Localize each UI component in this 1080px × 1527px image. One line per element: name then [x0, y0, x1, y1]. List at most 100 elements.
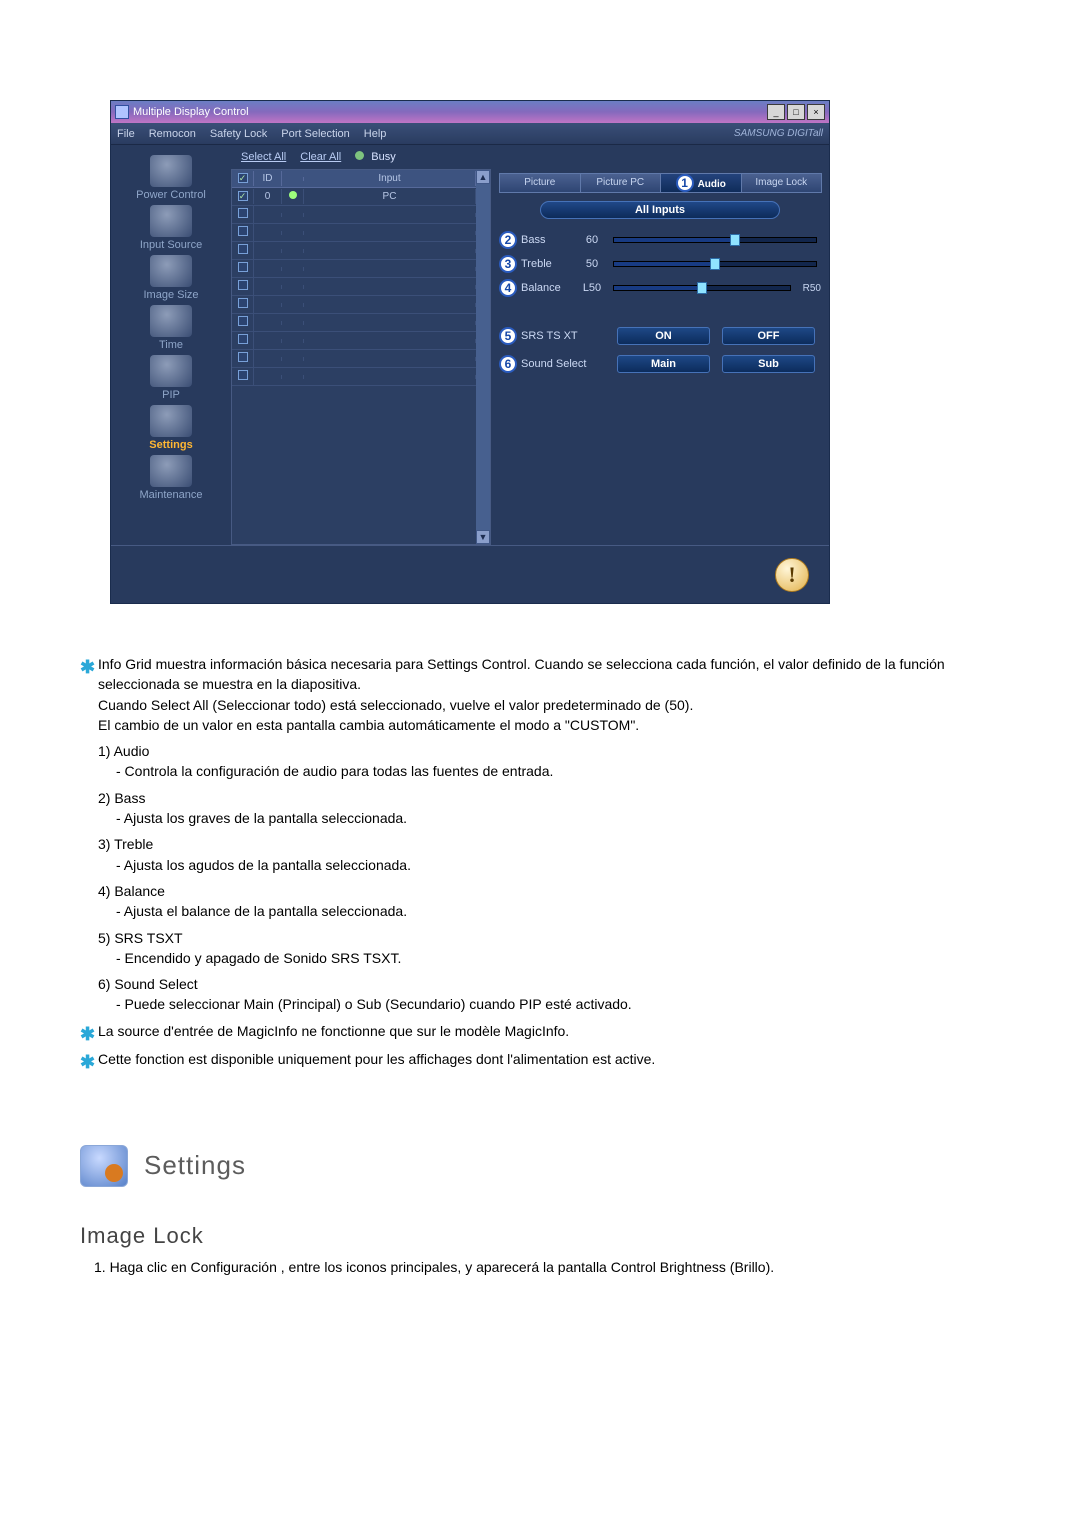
settings-panel: Picture Picture PC 1Audio Image Lock All… — [491, 169, 829, 545]
select-all-button[interactable]: Select All — [241, 151, 286, 163]
treble-slider-thumb[interactable] — [710, 258, 720, 270]
window-minimize-button[interactable]: _ — [767, 104, 785, 120]
balance-slider[interactable] — [613, 285, 791, 291]
all-inputs-button[interactable]: All Inputs — [540, 201, 780, 219]
row-input — [304, 213, 476, 217]
row-id — [254, 375, 282, 379]
sound-select-label: Sound Select — [521, 358, 611, 370]
srs-on-button[interactable]: ON — [617, 327, 710, 345]
sidebar-item-pip[interactable]: PIP — [121, 355, 221, 401]
grid-header-status[interactable] — [282, 177, 304, 181]
row-id — [254, 339, 282, 343]
row-input — [304, 285, 476, 289]
row-checkbox[interactable] — [238, 208, 248, 218]
bass-slider[interactable] — [613, 237, 817, 243]
scroll-up-icon[interactable]: ▲ — [476, 170, 490, 184]
table-row[interactable] — [232, 368, 476, 386]
table-row[interactable] — [232, 260, 476, 278]
bass-label: Bass — [521, 234, 575, 246]
grid-header-id[interactable]: ID — [254, 171, 282, 186]
table-row[interactable] — [232, 314, 476, 332]
row-checkbox[interactable] — [238, 244, 248, 254]
menu-help[interactable]: Help — [364, 128, 387, 140]
intro-line-3: El cambio de un valor en esta pantalla c… — [98, 717, 639, 733]
srs-off-button[interactable]: OFF — [722, 327, 815, 345]
grid-header-input[interactable]: Input — [304, 171, 476, 186]
grid-scrollbar[interactable]: ▲ ▼ — [476, 170, 490, 544]
row-checkbox[interactable] — [238, 316, 248, 326]
tabstrip: Picture Picture PC 1Audio Image Lock — [499, 173, 821, 193]
table-row[interactable] — [232, 296, 476, 314]
treble-slider[interactable] — [613, 261, 817, 267]
sidebar-item-image-size[interactable]: Image Size — [121, 255, 221, 301]
sidebar-item-time[interactable]: Time — [121, 305, 221, 351]
row-status — [282, 213, 304, 217]
row-input — [304, 231, 476, 235]
sidebar-item-power-control[interactable]: Power Control — [121, 155, 221, 201]
window-titlebar: Multiple Display Control _ □ × — [111, 101, 829, 123]
tab-picture-pc[interactable]: Picture PC — [580, 173, 662, 193]
table-row[interactable] — [232, 206, 476, 224]
row-id — [254, 357, 282, 361]
menu-safety-lock[interactable]: Safety Lock — [210, 128, 267, 140]
scroll-track[interactable] — [476, 184, 490, 530]
callout-3: 3 — [499, 255, 517, 273]
maintenance-icon — [150, 455, 192, 487]
row-status — [282, 303, 304, 307]
window-close-button[interactable]: × — [807, 104, 825, 120]
menu-remocon[interactable]: Remocon — [149, 128, 196, 140]
table-row[interactable] — [232, 278, 476, 296]
menu-file[interactable]: File — [117, 128, 135, 140]
row-checkbox[interactable] — [238, 352, 248, 362]
table-row[interactable] — [232, 350, 476, 368]
sound-sub-button[interactable]: Sub — [722, 355, 815, 373]
sidebar-item-input-source[interactable]: Input Source — [121, 205, 221, 251]
row-checkbox[interactable] — [238, 191, 248, 201]
list-item: 4) Balance- Ajusta el balance de la pant… — [98, 881, 1020, 922]
callout-6: 6 — [499, 355, 517, 373]
row-input — [304, 267, 476, 271]
busy-dot-icon — [355, 151, 364, 160]
row-id — [254, 213, 282, 217]
row-checkbox[interactable] — [238, 334, 248, 344]
table-row[interactable] — [232, 224, 476, 242]
balance-label: Balance — [521, 282, 575, 294]
pip-icon — [150, 355, 192, 387]
menu-port-selection[interactable]: Port Selection — [281, 128, 349, 140]
statusbar: ! — [111, 545, 829, 603]
clear-all-button[interactable]: Clear All — [300, 151, 341, 163]
table-row[interactable] — [232, 332, 476, 350]
row-status — [282, 357, 304, 361]
sidebar-item-maintenance[interactable]: Maintenance — [121, 455, 221, 501]
info-grid: ID Input 0PC ▲ ▼ — [231, 169, 491, 545]
window-maximize-button[interactable]: □ — [787, 104, 805, 120]
sidebar-item-settings[interactable]: Settings — [121, 405, 221, 451]
row-status — [282, 189, 304, 204]
tab-audio[interactable]: 1Audio — [660, 173, 742, 193]
treble-value: 50 — [575, 258, 609, 270]
row-id: 0 — [254, 189, 282, 204]
row-checkbox[interactable] — [238, 298, 248, 308]
row-id — [254, 249, 282, 253]
grid-header-check[interactable] — [232, 171, 254, 186]
row-checkbox[interactable] — [238, 280, 248, 290]
sound-main-button[interactable]: Main — [617, 355, 710, 373]
table-row[interactable] — [232, 242, 476, 260]
status-dot-icon — [289, 191, 297, 199]
balance-slider-thumb[interactable] — [697, 282, 707, 294]
tab-picture[interactable]: Picture — [499, 173, 581, 193]
row-id — [254, 285, 282, 289]
tab-image-lock[interactable]: Image Lock — [741, 173, 823, 193]
foot-note-2: Cette fonction est disponible uniquement… — [98, 1049, 1020, 1075]
row-status — [282, 339, 304, 343]
bass-slider-thumb[interactable] — [730, 234, 740, 246]
row-checkbox[interactable] — [238, 226, 248, 236]
row-input — [304, 339, 476, 343]
scroll-down-icon[interactable]: ▼ — [476, 530, 490, 544]
table-row[interactable]: 0PC — [232, 188, 476, 206]
treble-label: Treble — [521, 258, 575, 270]
row-checkbox[interactable] — [238, 370, 248, 380]
row-status — [282, 231, 304, 235]
row-checkbox[interactable] — [238, 262, 248, 272]
row-id — [254, 303, 282, 307]
